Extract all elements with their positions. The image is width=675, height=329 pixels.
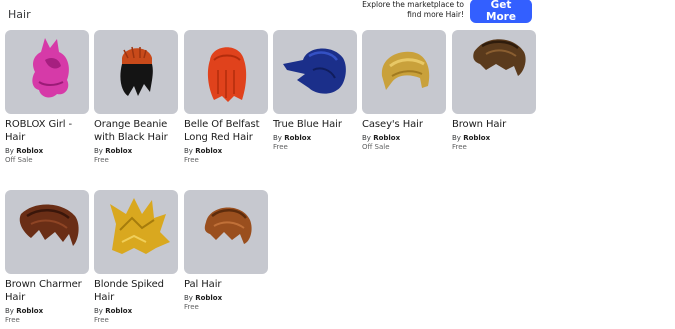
- item-card[interactable]: Casey's Hair By Roblox Off Sale: [362, 30, 446, 152]
- by-label: By: [362, 134, 371, 142]
- creator-link[interactable]: Roblox: [195, 294, 222, 302]
- item-creator: By Roblox: [5, 147, 89, 156]
- item-price: Free: [94, 156, 109, 164]
- item-thumbnail[interactable]: [5, 190, 89, 274]
- by-label: By: [273, 134, 282, 142]
- item-name[interactable]: Brown Charmer Hair: [5, 278, 89, 304]
- item-card[interactable]: Pal Hair By Roblox Free: [184, 190, 268, 312]
- creator-link[interactable]: Roblox: [195, 147, 222, 155]
- item-thumbnail[interactable]: [5, 30, 89, 114]
- creator-link[interactable]: Roblox: [16, 147, 43, 155]
- creator-link[interactable]: Roblox: [16, 307, 43, 315]
- item-creator: By Roblox: [94, 307, 178, 316]
- creator-link[interactable]: Roblox: [105, 147, 132, 155]
- by-label: By: [184, 294, 193, 302]
- item-price: Off Sale: [5, 156, 33, 164]
- pal-hair-icon: [204, 207, 252, 244]
- item-card[interactable]: Orange Beanie with Black Hair By Roblox …: [94, 30, 178, 165]
- item-thumbnail[interactable]: [362, 30, 446, 114]
- item-card[interactable]: Belle Of Belfast Long Red Hair By Roblox…: [184, 30, 268, 165]
- item-name[interactable]: Casey's Hair: [362, 118, 446, 131]
- by-label: By: [5, 307, 14, 315]
- by-label: By: [184, 147, 193, 155]
- item-creator: By Roblox: [94, 147, 178, 156]
- item-name[interactable]: ROBLOX Girl - Hair: [5, 118, 89, 144]
- blonde-hair-icon: [381, 51, 430, 90]
- item-creator: By Roblox: [184, 147, 268, 156]
- by-label: By: [452, 134, 461, 142]
- by-label: By: [5, 147, 14, 155]
- item-price: Free: [184, 303, 199, 311]
- get-more-button[interactable]: Get More: [470, 0, 532, 23]
- by-label: By: [94, 307, 103, 315]
- item-thumbnail[interactable]: [452, 30, 536, 114]
- item-price: Free: [184, 156, 199, 164]
- item-price: Free: [94, 316, 109, 324]
- beanie-hair-icon: [120, 46, 153, 96]
- pink-hair-icon: [32, 38, 69, 98]
- item-card[interactable]: ROBLOX Girl - Hair By Roblox Off Sale: [5, 30, 89, 165]
- item-card[interactable]: Brown Charmer Hair By Roblox Free: [5, 190, 89, 325]
- item-thumbnail[interactable]: [273, 30, 357, 114]
- item-card[interactable]: Brown Hair By Roblox Free: [452, 30, 536, 152]
- item-price: Off Sale: [362, 143, 390, 151]
- item-name[interactable]: Pal Hair: [184, 278, 268, 291]
- item-creator: By Roblox: [362, 134, 446, 143]
- by-label: By: [94, 147, 103, 155]
- item-thumbnail[interactable]: [184, 30, 268, 114]
- creator-link[interactable]: Roblox: [105, 307, 132, 315]
- section-title: Hair: [8, 8, 31, 21]
- item-thumbnail[interactable]: [94, 30, 178, 114]
- creator-link[interactable]: Roblox: [373, 134, 400, 142]
- item-thumbnail[interactable]: [94, 190, 178, 274]
- item-creator: By Roblox: [452, 134, 536, 143]
- item-name[interactable]: Orange Beanie with Black Hair: [94, 118, 178, 144]
- item-card[interactable]: Blonde Spiked Hair By Roblox Free: [94, 190, 178, 325]
- creator-link[interactable]: Roblox: [284, 134, 311, 142]
- item-creator: By Roblox: [184, 294, 268, 303]
- item-creator: By Roblox: [273, 134, 357, 143]
- item-name[interactable]: Blonde Spiked Hair: [94, 278, 178, 304]
- brown-charmer-hair-icon: [19, 204, 79, 246]
- brown-hair-icon: [473, 39, 526, 76]
- item-name[interactable]: True Blue Hair: [273, 118, 357, 131]
- item-name[interactable]: Belle Of Belfast Long Red Hair: [184, 118, 268, 144]
- item-name[interactable]: Brown Hair: [452, 118, 536, 131]
- item-card[interactable]: True Blue Hair By Roblox Free: [273, 30, 357, 152]
- item-price: Free: [273, 143, 288, 151]
- item-thumbnail[interactable]: [184, 190, 268, 274]
- creator-link[interactable]: Roblox: [463, 134, 490, 142]
- item-price: Free: [452, 143, 467, 151]
- spiked-hair-icon: [110, 198, 170, 254]
- promo-text: Explore the marketplace to find more Hai…: [362, 0, 464, 19]
- red-hair-icon: [207, 47, 247, 102]
- item-price: Free: [5, 316, 20, 324]
- item-creator: By Roblox: [5, 307, 89, 316]
- blue-hair-icon: [283, 48, 346, 94]
